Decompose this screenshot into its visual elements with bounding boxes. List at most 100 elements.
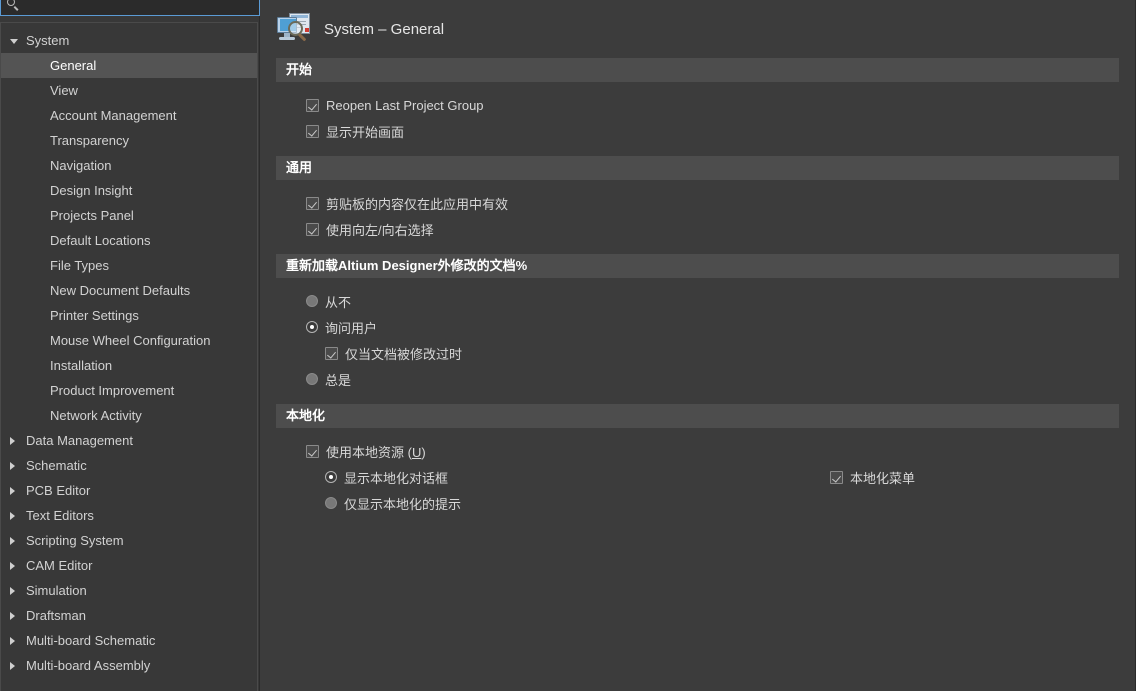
sidebar-item-installation[interactable]: Installation bbox=[1, 353, 257, 378]
sidebar-item-label: File Types bbox=[50, 258, 110, 273]
search-input[interactable] bbox=[27, 0, 259, 13]
option-label-text: 使用本地资源 ( bbox=[326, 444, 412, 460]
option-label: 总是 bbox=[325, 372, 352, 388]
option-clipboard-app-only[interactable]: 剪贴板的内容仅在此应用中有效 bbox=[260, 190, 1135, 216]
chevron-right-icon[interactable] bbox=[10, 562, 15, 570]
sidebar-item-label: Schematic bbox=[26, 458, 87, 473]
checkbox-show-startup-screen[interactable] bbox=[306, 124, 319, 138]
sidebar-item-label: System bbox=[26, 33, 70, 48]
sidebar-item-label: Design Insight bbox=[50, 183, 133, 198]
sidebar-item-label: Scripting System bbox=[26, 533, 124, 548]
sidebar-item-design-insight[interactable]: Design Insight bbox=[1, 178, 257, 203]
section-general: 通用 剪贴板的内容仅在此应用中有效 使用向左/向右选择 bbox=[260, 156, 1135, 244]
section-startup: 开始 Reopen Last Project Group 显示开始画面 bbox=[260, 58, 1135, 146]
option-reload-always[interactable]: 总是 bbox=[260, 366, 1135, 392]
section-reload-documents: 重新加载Altium Designer外修改的文档% 从不 询问用户 仅当文档被… bbox=[260, 254, 1135, 394]
section-general-title: 通用 bbox=[276, 156, 1119, 180]
sidebar-item-data-management[interactable]: Data Management bbox=[1, 428, 257, 453]
section-localization-title: 本地化 bbox=[276, 404, 1119, 428]
sidebar-item-cam-editor[interactable]: CAM Editor bbox=[1, 553, 257, 578]
sidebar-item-label: View bbox=[50, 83, 78, 98]
sidebar-item-label: Multi-board Schematic bbox=[26, 633, 156, 648]
sidebar: System General View Account Management Trans… bbox=[0, 0, 260, 691]
sidebar-item-view[interactable]: View bbox=[1, 78, 257, 103]
sidebar-item-default-locations[interactable]: Default Locations bbox=[1, 228, 257, 253]
chevron-right-icon[interactable] bbox=[10, 612, 15, 620]
chevron-right-icon[interactable] bbox=[10, 487, 15, 495]
sidebar-item-file-types[interactable]: File Types bbox=[1, 253, 257, 278]
chevron-right-icon[interactable] bbox=[10, 537, 15, 545]
main-panel: System – General 开始 Reopen Last Project … bbox=[260, 0, 1136, 691]
chevron-right-icon[interactable] bbox=[10, 662, 15, 670]
radio-show-localized-dialogs[interactable] bbox=[325, 471, 337, 483]
sidebar-item-account-management[interactable]: Account Management bbox=[1, 103, 257, 128]
sidebar-item-mouse-wheel-configuration[interactable]: Mouse Wheel Configuration bbox=[1, 328, 257, 353]
sidebar-item-scripting-system[interactable]: Scripting System bbox=[1, 528, 257, 553]
sidebar-item-text-editors[interactable]: Text Editors bbox=[1, 503, 257, 528]
option-left-right-selection[interactable]: 使用向左/向右选择 bbox=[260, 216, 1135, 242]
option-reopen-last-project-group[interactable]: Reopen Last Project Group bbox=[260, 92, 1135, 118]
sidebar-item-draftsman[interactable]: Draftsman bbox=[1, 603, 257, 628]
sidebar-item-transparency[interactable]: Transparency bbox=[1, 128, 257, 153]
option-localized-hints-only[interactable]: 仅显示本地化的提示 bbox=[260, 490, 1135, 516]
sidebar-item-label: CAM Editor bbox=[26, 558, 93, 573]
chevron-right-icon[interactable] bbox=[10, 437, 15, 445]
checkbox-reopen-last-project-group[interactable] bbox=[306, 98, 319, 112]
radio-reload-never[interactable] bbox=[306, 295, 318, 307]
sidebar-item-new-document-defaults[interactable]: New Document Defaults bbox=[1, 278, 257, 303]
option-label: 显示本地化对话框 bbox=[344, 470, 449, 486]
radio-reload-always[interactable] bbox=[306, 373, 318, 385]
preferences-tree[interactable]: System General View Account Management Trans… bbox=[0, 22, 258, 691]
page-header: System – General bbox=[260, 0, 1135, 48]
search-box[interactable] bbox=[0, 0, 260, 16]
sidebar-item-multi-board-assembly[interactable]: Multi-board Assembly bbox=[1, 653, 257, 678]
sidebar-item-label: Draftsman bbox=[26, 608, 86, 623]
chevron-down-icon[interactable] bbox=[10, 39, 18, 44]
option-only-if-modified[interactable]: 仅当文档被修改过时 bbox=[260, 340, 1135, 366]
option-show-startup-screen[interactable]: 显示开始画面 bbox=[260, 118, 1135, 144]
sidebar-item-label: Network Activity bbox=[50, 408, 142, 423]
checkbox-only-if-modified[interactable] bbox=[325, 346, 338, 360]
checkbox-use-local-resources[interactable] bbox=[306, 444, 319, 458]
sidebar-item-label: Product Improvement bbox=[50, 383, 175, 398]
option-localized-menus[interactable]: 本地化菜单 bbox=[830, 468, 915, 487]
sidebar-item-projects-panel[interactable]: Projects Panel bbox=[1, 203, 257, 228]
chevron-right-icon[interactable] bbox=[10, 512, 15, 520]
option-label: 使用向左/向右选择 bbox=[326, 222, 434, 238]
option-reload-ask-user[interactable]: 询问用户 bbox=[260, 314, 1135, 340]
option-reload-never[interactable]: 从不 bbox=[260, 288, 1135, 314]
sidebar-item-general[interactable]: General bbox=[1, 53, 257, 78]
section-reload-documents-title: 重新加载Altium Designer外修改的文档% bbox=[276, 254, 1119, 278]
sidebar-item-schematic[interactable]: Schematic bbox=[1, 453, 257, 478]
chevron-right-icon[interactable] bbox=[10, 587, 15, 595]
sidebar-item-product-improvement[interactable]: Product Improvement bbox=[1, 378, 257, 403]
page-title: System – General bbox=[324, 20, 445, 38]
sidebar-item-label: Default Locations bbox=[50, 233, 151, 248]
sidebar-item-pcb-editor[interactable]: PCB Editor bbox=[1, 478, 257, 503]
radio-localized-hints-only[interactable] bbox=[325, 497, 337, 509]
option-label: 显示开始画面 bbox=[326, 124, 405, 140]
checkbox-left-right-selection[interactable] bbox=[306, 222, 319, 236]
section-localization-body: 使用本地资源 (U) 显示本地化对话框 本地化菜单 仅显示本地化的提示 bbox=[260, 428, 1135, 518]
sidebar-item-label: Mouse Wheel Configuration bbox=[50, 333, 211, 348]
section-reload-documents-body: 从不 询问用户 仅当文档被修改过时 总是 bbox=[260, 278, 1135, 394]
section-startup-body: Reopen Last Project Group 显示开始画面 bbox=[260, 82, 1135, 146]
sidebar-item-printer-settings[interactable]: Printer Settings bbox=[1, 303, 257, 328]
chevron-right-icon[interactable] bbox=[10, 637, 15, 645]
preferences-window: System General View Account Management Trans… bbox=[0, 0, 1136, 691]
checkbox-clipboard-app-only[interactable] bbox=[306, 196, 319, 210]
sidebar-item-label: Installation bbox=[50, 358, 113, 373]
sidebar-item-network-activity[interactable]: Network Activity bbox=[1, 403, 257, 428]
chevron-right-icon[interactable] bbox=[10, 462, 15, 470]
radio-reload-ask-user[interactable] bbox=[306, 321, 318, 333]
sidebar-item-system[interactable]: System bbox=[1, 28, 257, 53]
option-show-localized-dialogs[interactable]: 显示本地化对话框 本地化菜单 bbox=[260, 464, 1135, 490]
checkbox-localized-menus[interactable] bbox=[830, 470, 843, 484]
sidebar-item-navigation[interactable]: Navigation bbox=[1, 153, 257, 178]
sidebar-item-label: New Document Defaults bbox=[50, 283, 191, 298]
sidebar-item-multi-board-schematic[interactable]: Multi-board Schematic bbox=[1, 628, 257, 653]
option-use-local-resources[interactable]: 使用本地资源 (U) bbox=[260, 438, 1135, 464]
option-label: 询问用户 bbox=[325, 320, 378, 336]
sidebar-item-simulation[interactable]: Simulation bbox=[1, 578, 257, 603]
sidebar-item-label: Projects Panel bbox=[50, 208, 134, 223]
